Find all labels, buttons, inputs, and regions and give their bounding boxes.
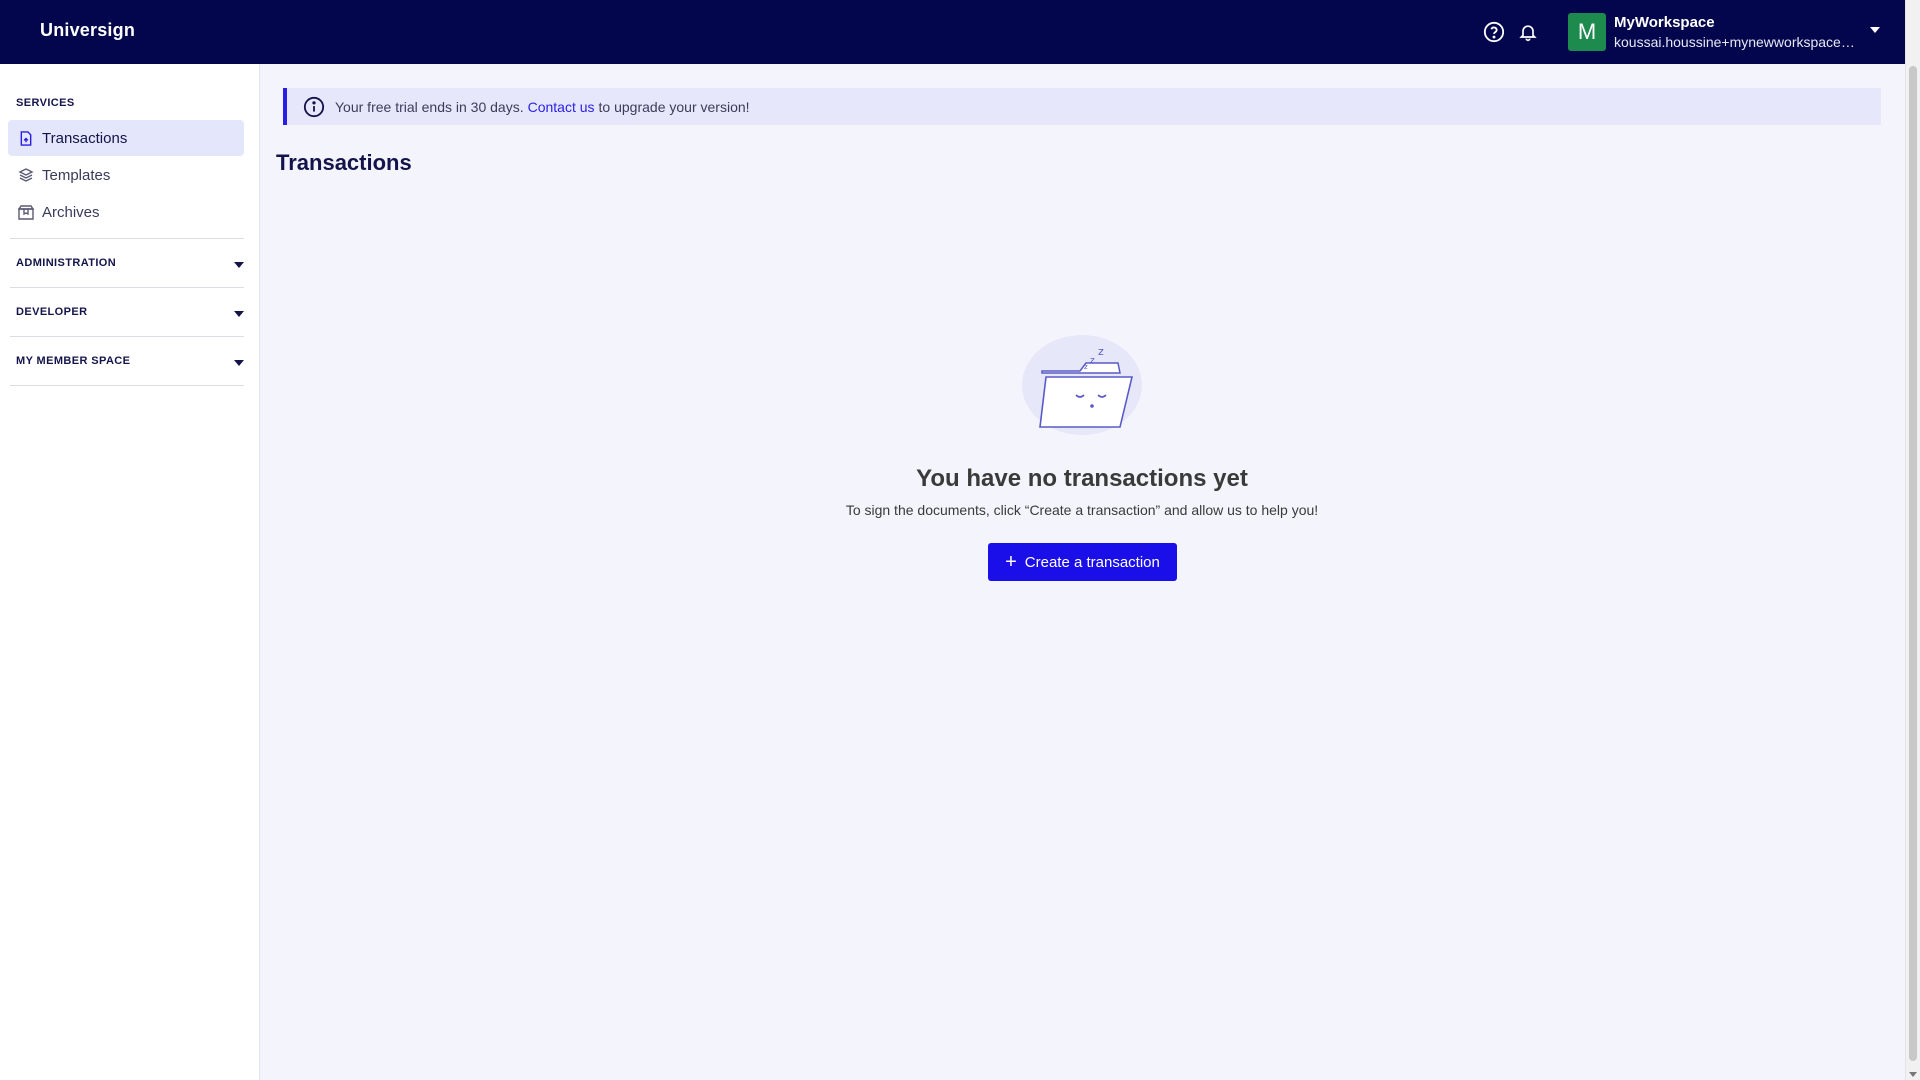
svg-text:z: z (1084, 363, 1088, 371)
layers-icon (18, 167, 34, 183)
info-icon (303, 96, 325, 118)
section-label: ADMINISTRATION (16, 257, 117, 269)
page-title: Transactions (276, 150, 412, 175)
sidebar: SERVICES Transactions Templates Archives… (0, 64, 260, 1080)
workspace-switcher[interactable]: M MyWorkspace koussai.houssine+mynewwork… (1568, 13, 1888, 51)
sidebar-item-templates[interactable]: Templates (8, 157, 244, 193)
chevron-down-icon (234, 311, 244, 317)
empty-state-description: To sign the documents, click “Create a t… (845, 502, 1319, 518)
svg-text:z: z (1098, 345, 1104, 358)
sidebar-item-label: Transactions (42, 129, 128, 147)
brand-logo[interactable]: Universign (40, 20, 135, 41)
svg-text:z: z (1090, 356, 1095, 366)
section-label: MY MEMBER SPACE (16, 355, 131, 367)
sidebar-section-developer[interactable]: DEVELOPER (10, 289, 244, 337)
archive-box-icon (18, 204, 34, 220)
chevron-down-icon (234, 262, 244, 268)
sidebar-item-label: Templates (42, 166, 111, 184)
sidebar-section-administration[interactable]: ADMINISTRATION (10, 240, 244, 288)
help-icon[interactable] (1482, 20, 1506, 44)
sidebar-section-member-space[interactable]: MY MEMBER SPACE (10, 338, 244, 386)
workspace-avatar: M (1568, 13, 1606, 51)
document-icon (18, 130, 34, 146)
create-transaction-label: Create a transaction (1024, 553, 1160, 571)
trial-banner: Your free trial ends in 30 days. Contact… (283, 88, 1881, 125)
divider (10, 385, 244, 386)
plus-icon: + (1005, 551, 1017, 573)
scrollbar-thumb[interactable] (1909, 66, 1917, 1061)
sidebar-item-archives[interactable]: Archives (8, 194, 244, 230)
banner-text-end: to upgrade your version! (598, 98, 750, 115)
scroll-down-arrow-icon[interactable] (1909, 1072, 1917, 1077)
divider (10, 287, 244, 288)
chevron-down-icon (234, 360, 244, 366)
contact-us-link[interactable]: Contact us (528, 99, 595, 115)
divider (10, 336, 244, 337)
banner-text: Your free trial ends in 30 days. (335, 98, 524, 115)
notifications-bell-icon[interactable] (1516, 20, 1540, 44)
sidebar-item-transactions[interactable]: Transactions (8, 120, 244, 156)
top-header: Universign M MyWorkspace koussai.houssin… (0, 0, 1905, 64)
sidebar-section-services: SERVICES (16, 97, 75, 109)
chevron-down-icon (1870, 27, 1880, 33)
sidebar-item-label: Archives (42, 203, 100, 221)
sleeping-folder-illustration: z z z (1020, 333, 1146, 441)
create-transaction-button[interactable]: + Create a transaction (988, 543, 1177, 581)
empty-state-title: You have no transactions yet (916, 465, 1248, 492)
page-scrollbar[interactable] (1905, 0, 1920, 1080)
divider (10, 238, 244, 239)
section-label: DEVELOPER (16, 306, 88, 318)
workspace-email: koussai.houssine+mynewworkspace@... (1614, 34, 1860, 50)
workspace-name: MyWorkspace (1614, 14, 1715, 31)
